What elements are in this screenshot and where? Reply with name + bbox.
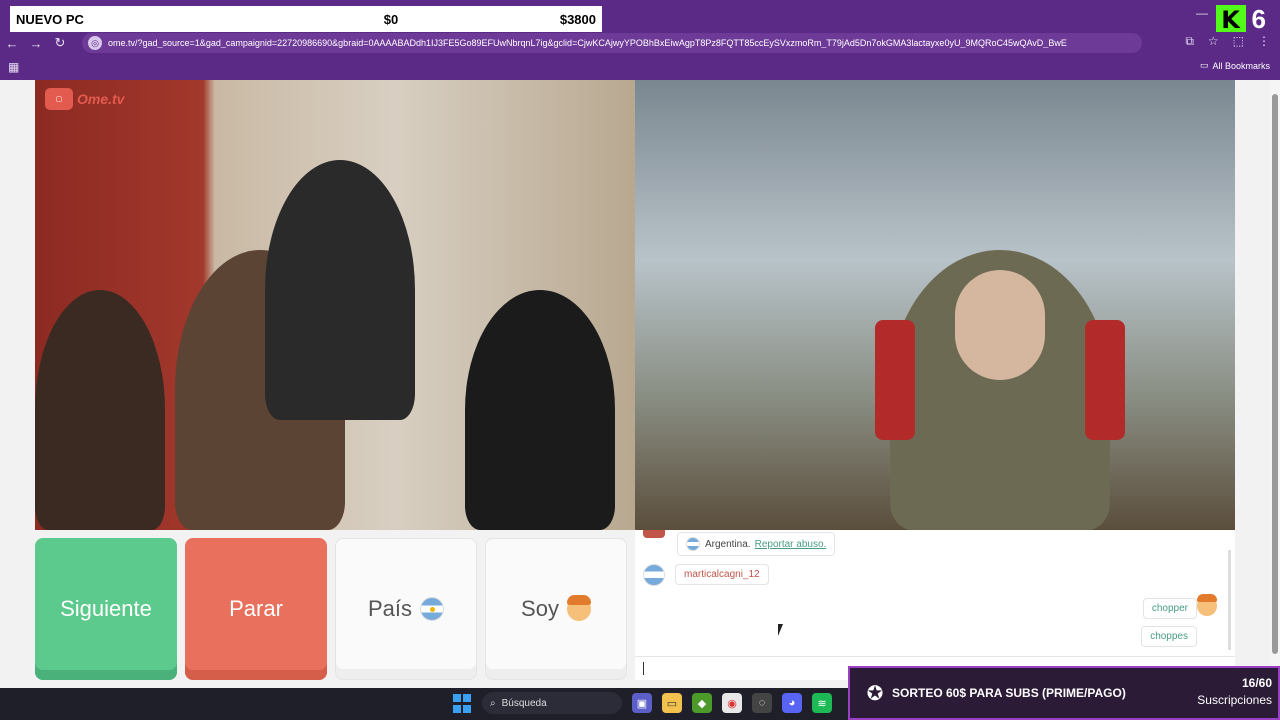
goal-title: NUEVO PC — [16, 11, 84, 27]
taskbar-search[interactable]: ⌕ Búsqueda — [482, 692, 622, 714]
minimize-icon[interactable]: — — [1196, 6, 1208, 20]
address-bar[interactable]: ◎ ome.tv/?gad_source=1&gad_campaignid=22… — [82, 33, 1142, 53]
search-icon: ⌕ — [490, 697, 496, 709]
argentina-flag-icon — [420, 597, 445, 621]
partner-message: marticalcagni_12 — [675, 564, 769, 585]
goal-target: $3800 — [559, 11, 596, 27]
taskbar-search-placeholder: Búsqueda — [501, 697, 547, 709]
sub-goal-text: SORTEO 60$ PARA SUBS (PRIME/PAGO) — [892, 686, 1126, 700]
country-label: País — [367, 596, 413, 621]
partner-person — [35, 290, 165, 530]
sub-goal-overlay: ✪ SORTEO 60$ PARA SUBS (PRIME/PAGO) 16/6… — [848, 666, 1280, 720]
star-icon: ✪ — [866, 682, 884, 705]
chat-scrollbar[interactable] — [1228, 550, 1231, 650]
reload-icon[interactable]: ↻ — [48, 35, 72, 51]
ometv-logo-text: Ome.tv — [77, 91, 125, 107]
sub-goal-label: Suscripciones — [1197, 693, 1272, 707]
partner-video: ▢ Ome.tv — [35, 80, 635, 530]
apps-grid-icon[interactable]: ▦ — [8, 60, 19, 74]
stream-goal-overlay: NUEVO PC $0 $3800 — [10, 6, 602, 32]
my-message: chopper — [1142, 598, 1197, 619]
address-bar-row: ← → ↻ ◎ ome.tv/?gad_source=1&gad_campaig… — [0, 32, 1280, 54]
report-abuse-link[interactable]: Reportar abuso. — [755, 539, 827, 550]
mouse-cursor-icon — [778, 624, 783, 636]
menu-dots-icon[interactable]: ⋮ — [1258, 34, 1270, 49]
extensions-icon[interactable]: ⬚ — [1233, 34, 1244, 49]
my-message-text: chopper — [1151, 603, 1188, 614]
stop-label: Parar — [229, 596, 283, 621]
folder-icon: ▭ — [1199, 60, 1209, 70]
argentina-flag-icon — [686, 537, 700, 551]
stream-logo: K 6 — [1215, 4, 1266, 35]
boy-emoji-icon — [566, 595, 591, 621]
system-avatar — [643, 530, 665, 538]
kick-icon: K — [1215, 4, 1246, 35]
gender-label: Soy — [521, 596, 559, 621]
next-button[interactable]: Siguiente — [35, 538, 177, 680]
partner-person — [265, 160, 415, 420]
file-explorer-icon[interactable]: ▭ — [662, 693, 682, 713]
tv-icon: ▢ — [45, 88, 73, 110]
self-video — [635, 80, 1235, 530]
partner-avatar — [643, 564, 665, 586]
windows-start-icon[interactable] — [452, 693, 472, 713]
forward-icon[interactable]: → — [24, 36, 48, 51]
my-message-text: choppes — [1150, 631, 1188, 642]
install-app-icon[interactable]: ⧉ — [1185, 34, 1194, 49]
page-scrollbar[interactable] — [1270, 80, 1280, 688]
discord-icon[interactable]: ◕ — [782, 693, 802, 713]
country-text: Argentina. — [705, 538, 751, 550]
partner-username: marticalcagni_12 — [684, 569, 760, 580]
all-bookmarks-button[interactable]: ▭ All Bookmarks — [1200, 60, 1270, 71]
my-avatar — [1197, 594, 1217, 616]
spotify-icon[interactable]: ≋ — [812, 693, 832, 713]
self-face — [955, 270, 1045, 380]
country-button[interactable]: País — [335, 538, 477, 680]
teams-icon[interactable]: ▣ — [632, 693, 652, 713]
ometv-logo: ▢ Ome.tv — [45, 88, 124, 110]
site-info-icon[interactable]: ◎ — [88, 36, 102, 50]
chrome-icon[interactable]: ◉ — [722, 693, 742, 713]
goal-current: $0 — [383, 11, 399, 27]
gender-button[interactable]: Soy — [485, 538, 627, 680]
system-message: Argentina. Reportar abuso. — [677, 532, 836, 556]
obs-icon[interactable]: ◌ — [752, 693, 772, 713]
chair-left — [875, 320, 915, 440]
text-caret — [643, 662, 644, 675]
stop-button[interactable]: Parar — [185, 538, 327, 680]
chair-right — [1085, 320, 1125, 440]
next-label: Siguiente — [60, 596, 152, 621]
partner-person — [465, 290, 615, 530]
all-bookmarks-label: All Bookmarks — [1212, 60, 1270, 71]
url-text[interactable]: ome.tv/?gad_source=1&gad_campaignid=2272… — [108, 38, 1138, 48]
sub-goal-count: 16/60 — [1241, 676, 1272, 690]
my-message: choppes — [1141, 626, 1197, 647]
chat-panel: Argentina. Reportar abuso. marticalcagni… — [635, 530, 1235, 680]
bookmarks-bar: ▦ ▭ All Bookmarks — [0, 54, 1280, 80]
scroll-thumb[interactable] — [1272, 94, 1278, 654]
nvidia-icon[interactable]: ◆ — [692, 693, 712, 713]
back-icon[interactable]: ← — [0, 36, 24, 51]
stream-badge-number: 6 — [1251, 4, 1266, 34]
bookmark-star-icon[interactable]: ☆ — [1208, 34, 1219, 49]
